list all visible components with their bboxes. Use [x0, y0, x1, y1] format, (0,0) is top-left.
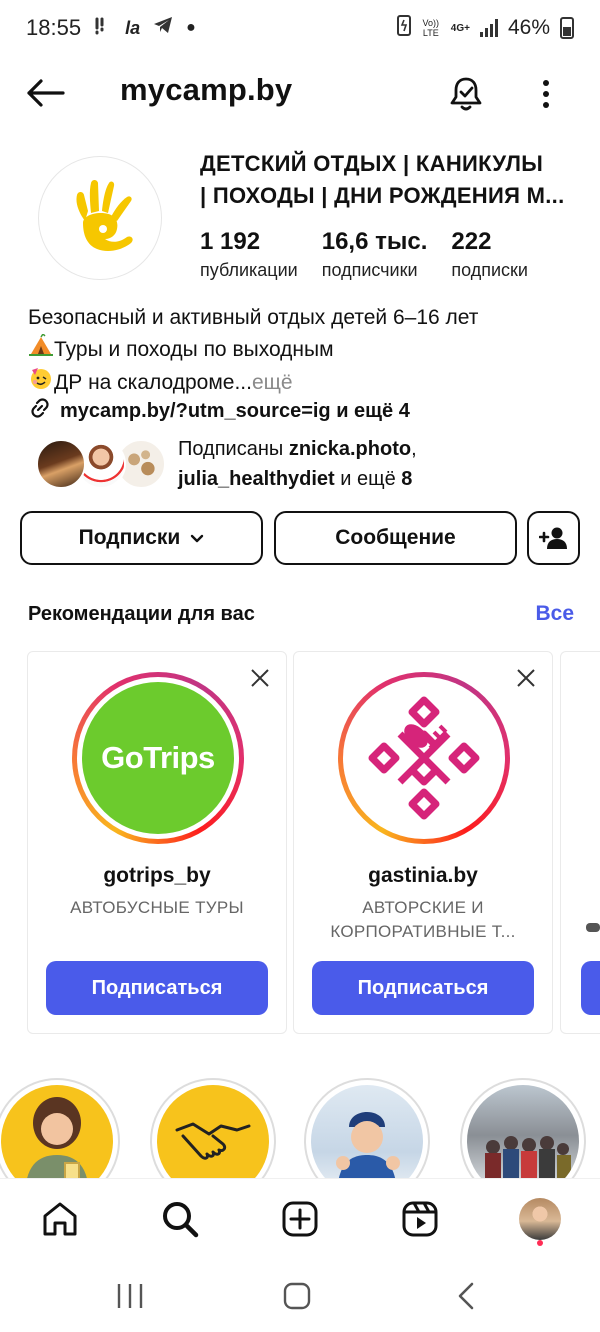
status-bar: 18:55 la ● Vo)) LTE 4G+ 46% — [0, 0, 600, 56]
message-label: Сообщение — [335, 526, 456, 549]
missed-call-icon — [93, 16, 113, 41]
following-label: Подписки — [78, 526, 181, 549]
signal-icon — [479, 19, 498, 37]
mutual-avatars — [36, 437, 168, 491]
notification-dot — [537, 1240, 543, 1246]
bio-line: Безопасный и активный отдых детей 6–16 л… — [28, 306, 479, 329]
profile-actions: Подписки Сообщение — [20, 511, 580, 565]
stat-posts[interactable]: 1 192 публикации — [200, 226, 298, 281]
followed-user[interactable]: znicka.photo — [289, 438, 411, 460]
close-icon[interactable] — [246, 664, 274, 692]
profile-header: mycamp.by — [0, 62, 600, 122]
recommendations-header: Рекомендации для вас Все — [28, 602, 574, 626]
close-icon[interactable] — [512, 664, 540, 692]
followed-count: 8 — [401, 468, 413, 490]
home-icon[interactable] — [38, 1197, 82, 1241]
gamepad-icon — [585, 920, 600, 939]
network-type: 4G+ — [450, 22, 470, 34]
stat-followers[interactable]: 16,6 тыс. подписчики — [322, 226, 428, 281]
battery-icon — [560, 17, 574, 39]
volte-indicator: Vo)) LTE — [422, 18, 440, 38]
recommendation-card-partial[interactable] — [560, 651, 600, 1034]
bio-more-link[interactable]: ещё — [252, 367, 293, 399]
card-subtitle: АВТОБУСНЫЕ ТУРЫ — [70, 898, 244, 917]
more-options-icon[interactable] — [528, 70, 564, 118]
see-all-link[interactable]: Все — [535, 602, 574, 626]
followed-by-text: Подписаны znicka.photo, julia_healthydie… — [178, 434, 417, 494]
recent-apps-icon[interactable] — [110, 1276, 150, 1316]
reels-icon[interactable] — [398, 1197, 442, 1241]
profile-name: ДЕТСКИЙ ОТДЫХ | КАНИКУЛЫ | ПОХОДЫ | ДНИ … — [200, 148, 580, 212]
profile-link[interactable]: mycamp.by/?utm_source=ig и ещё 4 — [28, 396, 410, 426]
link-text[interactable]: mycamp.by/?utm_source=ig и ещё 4 — [60, 400, 410, 423]
stat-label: публикации — [200, 260, 298, 280]
telegram-icon — [152, 15, 174, 41]
recommendations-title: Рекомендации для вас — [28, 602, 255, 625]
page-title: mycamp.by — [120, 72, 293, 107]
follow-button[interactable]: Подписаться — [312, 961, 534, 1015]
add-user-button[interactable] — [527, 511, 580, 565]
follow-button[interactable]: Подписаться — [46, 961, 268, 1015]
camping-emoji-icon — [28, 332, 54, 366]
battery-percent: 46% — [507, 16, 550, 39]
party-face-emoji-icon — [28, 366, 54, 400]
chevron-down-icon — [190, 526, 204, 550]
message-button[interactable]: Сообщение — [274, 511, 517, 565]
mutual-avatar — [36, 439, 86, 489]
create-post-icon[interactable] — [278, 1197, 322, 1241]
link-icon — [28, 396, 52, 426]
gotrips-logo-text: GoTrips — [101, 740, 215, 775]
battery-saver-icon — [396, 14, 411, 42]
stat-value: 1 192 — [200, 228, 261, 255]
bottom-navigation — [0, 1178, 600, 1258]
handshake-icon — [175, 1122, 251, 1160]
story-ring[interactable] — [338, 672, 510, 844]
stat-value: 222 — [451, 228, 492, 255]
card-username[interactable]: gotrips_by — [28, 864, 286, 888]
card-username[interactable]: gastinia.by — [294, 864, 552, 888]
profile-name-line1: ДЕТСКИЙ ОТДЫХ | КАНИКУЛЫ — [200, 151, 544, 176]
stat-label: подписчики — [321, 260, 418, 280]
notification-bell-icon[interactable] — [442, 70, 490, 118]
system-navigation-bar — [0, 1258, 600, 1332]
followed-separator: , — [411, 438, 417, 460]
followed-prefix: Подписаны — [178, 438, 289, 460]
stat-following[interactable]: 222 подписки — [451, 226, 528, 281]
recommendation-card[interactable]: gastinia.by АВТОРСКИЕ И КОРПОРАТИВНЫЕ Т.… — [293, 651, 553, 1034]
gastinia-logo-icon — [368, 696, 480, 820]
search-icon[interactable] — [158, 1197, 202, 1241]
story-ring[interactable]: GoTrips — [72, 672, 244, 844]
stat-label: подписки — [451, 260, 528, 280]
followed-by[interactable]: Подписаны znicka.photo, julia_healthydie… — [36, 434, 417, 494]
profile-name-line2: | ПОХОДЫ | ДНИ РОЖДЕНИЯ М... — [200, 183, 565, 208]
follow-button-partial[interactable] — [581, 961, 600, 1015]
gotrips-logo: GoTrips — [82, 682, 234, 834]
bio-line: ДР на скалодроме... — [54, 371, 252, 394]
card-subtitle: АВТОРСКИЕ И КОРПОРАТИВНЫЕ Т... — [330, 898, 516, 941]
add-user-icon — [538, 527, 567, 549]
notification-dot-icon: ● — [186, 19, 196, 36]
following-button[interactable]: Подписки — [20, 511, 263, 565]
carrier-label: la — [125, 17, 141, 38]
recommendation-card[interactable]: GoTrips gotrips_by АВТОБУСНЫЕ ТУРЫ Подпи… — [27, 651, 287, 1034]
followed-suffix: и ещё — [334, 468, 402, 490]
profile-stats: 1 192 публикации 16,6 тыс. подписчики 22… — [200, 226, 528, 281]
profile-tab-avatar[interactable] — [518, 1197, 562, 1241]
status-time: 18:55 — [26, 15, 82, 40]
hand-logo-icon — [76, 180, 133, 251]
stat-value: 16,6 тыс. — [321, 228, 428, 255]
profile-bio: Безопасный и активный отдых детей 6–16 л… — [28, 302, 588, 400]
profile-avatar[interactable] — [38, 156, 162, 280]
bio-line: Туры и походы по выходным — [54, 338, 334, 361]
back-arrow-icon[interactable] — [22, 70, 68, 116]
back-button-icon[interactable] — [446, 1276, 486, 1316]
home-button-icon[interactable] — [277, 1276, 317, 1316]
followed-user[interactable]: julia_healthydiet — [178, 468, 335, 490]
